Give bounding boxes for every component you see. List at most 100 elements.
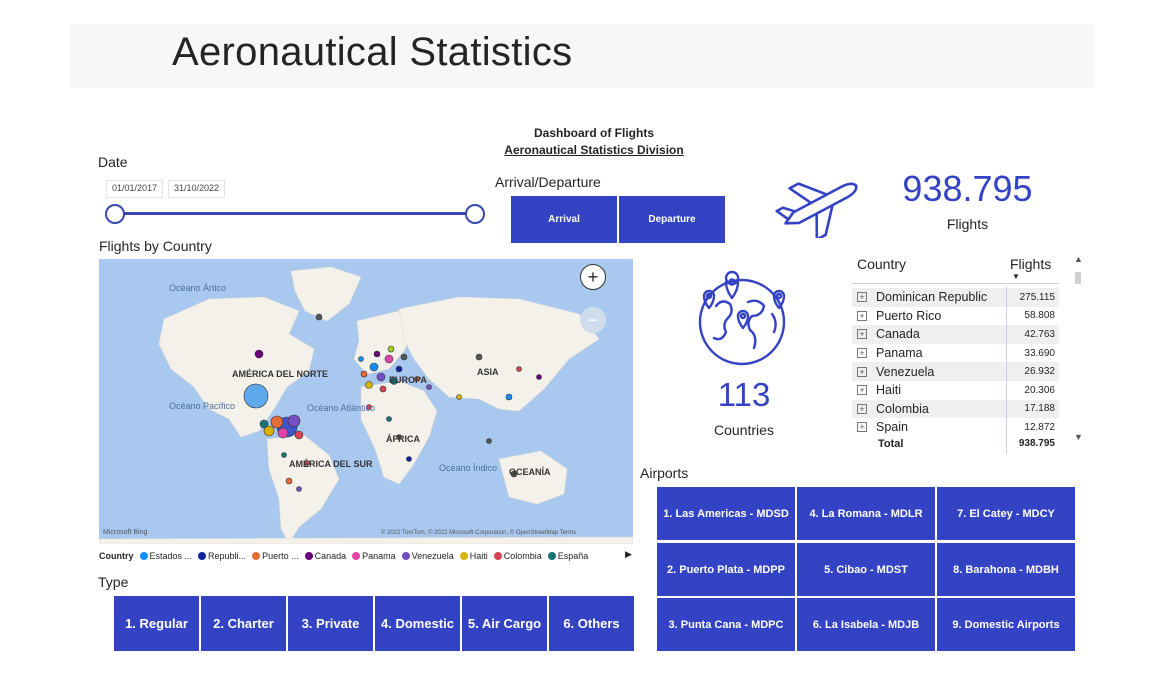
- legend-item[interactable]: Canada: [304, 551, 346, 561]
- legend-next-arrow[interactable]: ▶: [625, 549, 632, 560]
- table-row[interactable]: + Canada 42.763: [852, 325, 1059, 344]
- dashboard-subtitle: Aeronautical Statistics Division: [504, 143, 684, 157]
- airport-barahona-button[interactable]: 8. Barahona - MDBH: [937, 543, 1075, 596]
- airports-label: Airports: [640, 465, 689, 481]
- table-scrollbar[interactable]: ▲ ▼: [1074, 250, 1083, 450]
- row-flights: 17.188: [1024, 403, 1055, 415]
- map-continent-label: ASIA: [477, 367, 499, 377]
- total-label: Total: [878, 438, 904, 450]
- expand-icon[interactable]: +: [857, 292, 867, 303]
- type-air-cargo-button[interactable]: 5. Air Cargo: [462, 596, 547, 651]
- legend-item[interactable]: Republi...: [198, 551, 246, 561]
- date-end-input[interactable]: 31/10/2022: [168, 180, 226, 198]
- date-slider-track[interactable]: [115, 212, 476, 215]
- total-flights-caption: Flights: [946, 216, 989, 232]
- row-flights: 33.690: [1024, 347, 1055, 359]
- airport-punta-cana-button[interactable]: 3. Punta Cana - MDPC: [657, 598, 795, 651]
- map-zoom-out-button[interactable]: −: [580, 307, 606, 333]
- legend-dot: [139, 552, 148, 560]
- legend-dot: [252, 552, 261, 560]
- row-flights: 58.808: [1024, 310, 1055, 322]
- scroll-thumb[interactable]: [1075, 272, 1081, 284]
- map-attribution[interactable]: © 2022 TomTom, © 2022 Microsoft Corporat…: [381, 530, 576, 536]
- map-ocean-label: Océano Atlántico: [307, 403, 376, 413]
- map-ocean-label: Océano Índico: [439, 463, 498, 473]
- type-domestic-button[interactable]: 4. Domestic: [375, 596, 460, 651]
- expand-icon[interactable]: +: [857, 385, 867, 396]
- sort-descending-icon[interactable]: ▼: [1012, 272, 1020, 281]
- table-row[interactable]: + Haiti 20.306: [852, 381, 1059, 400]
- scroll-up-icon[interactable]: ▲: [1074, 254, 1083, 264]
- row-flights: 20.306: [1024, 384, 1055, 396]
- expand-icon[interactable]: +: [857, 366, 867, 377]
- map-title: Flights by Country: [99, 238, 212, 254]
- table-row[interactable]: + Venezuela 26.932: [852, 362, 1059, 381]
- row-country: Colombia: [876, 401, 929, 416]
- country-flights-table: Country Flights ▼ + Dominican Republic 2…: [852, 250, 1084, 460]
- expand-icon[interactable]: +: [857, 403, 867, 414]
- legend-item[interactable]: Puerto ...: [252, 551, 299, 561]
- expand-icon[interactable]: +: [857, 310, 867, 321]
- airport-puerto-plata-button[interactable]: 2. Puerto Plata - MDPP: [657, 543, 795, 596]
- expand-icon[interactable]: +: [857, 348, 867, 359]
- map-ocean-label: Océano Ártico: [169, 283, 227, 293]
- table-row[interactable]: + Panama 33.690: [852, 344, 1059, 363]
- legend-item[interactable]: Panama: [352, 551, 396, 561]
- legend-dot: [493, 552, 502, 560]
- airplane-icon: [775, 172, 865, 241]
- arrival-button[interactable]: Arrival: [511, 196, 617, 243]
- expand-icon[interactable]: +: [857, 422, 867, 433]
- row-country: Haiti: [876, 383, 902, 398]
- arrival-departure-label: Arrival/Departure: [495, 174, 601, 190]
- type-charter-button[interactable]: 2. Charter: [201, 596, 286, 651]
- row-country: Puerto Rico: [876, 308, 942, 323]
- map-continent-label: ÁFRICA: [386, 434, 420, 444]
- type-label: Type: [98, 574, 129, 590]
- type-private-button[interactable]: 3. Private: [288, 596, 373, 651]
- type-regular-button[interactable]: 1. Regular: [114, 596, 199, 651]
- date-slider-end-handle[interactable]: [465, 204, 485, 224]
- type-others-button[interactable]: 6. Others: [549, 596, 634, 651]
- map-ocean-label: Océano Pacífico: [169, 401, 236, 411]
- legend-item[interactable]: Haiti: [459, 551, 488, 561]
- airport-las-americas-button[interactable]: 1. Las Americas - MDSD: [657, 487, 795, 540]
- legend-item[interactable]: Estados ...: [139, 551, 192, 561]
- legend-dot: [547, 552, 556, 560]
- departure-button[interactable]: Departure: [619, 196, 725, 243]
- scroll-down-icon[interactable]: ▼: [1074, 432, 1083, 442]
- countries-count-caption: Countries: [714, 422, 774, 438]
- map-legend: Country Estados ... Republi... Puerto ..…: [99, 549, 639, 563]
- map-zoom-in-button[interactable]: +: [580, 264, 606, 290]
- bing-logo: Microsoft Bing: [103, 529, 148, 536]
- airport-domestic-button[interactable]: 9. Domestic Airports: [937, 598, 1075, 651]
- total-flights-value: 938.795: [902, 168, 1033, 209]
- flights-map[interactable]: Océano Ártico Océano Pacífico Océano Atl…: [99, 259, 633, 544]
- legend-dot: [304, 552, 313, 560]
- table-row[interactable]: + Puerto Rico 58.808: [852, 307, 1059, 326]
- airport-cibao-button[interactable]: 5. Cibao - MDST: [797, 543, 935, 596]
- row-country: Spain: [876, 420, 908, 435]
- airport-la-isabela-button[interactable]: 6. La Isabela - MDJB: [797, 598, 935, 651]
- airport-el-catey-button[interactable]: 7. El Catey - MDCY: [937, 487, 1075, 540]
- table-row[interactable]: + Spain 12.872: [852, 418, 1059, 437]
- row-flights: 26.932: [1024, 366, 1055, 378]
- map-continent-label: OCEANÍA: [509, 467, 551, 477]
- airport-la-romana-button[interactable]: 4. La Romana - MDLR: [797, 487, 935, 540]
- column-header-flights[interactable]: Flights: [1010, 256, 1051, 272]
- date-start-input[interactable]: 01/01/2017: [106, 180, 164, 198]
- table-row[interactable]: + Dominican Republic 275.115: [852, 288, 1059, 307]
- expand-icon[interactable]: +: [857, 329, 867, 340]
- row-country: Dominican Republic: [876, 290, 988, 305]
- legend-item[interactable]: España: [547, 551, 588, 561]
- legend-item[interactable]: Colombia: [493, 551, 542, 561]
- countries-count-value: 113: [717, 376, 771, 413]
- map-continent-label: AMÉRICA DEL NORTE: [232, 369, 329, 379]
- legend-item[interactable]: Venezuela: [401, 551, 454, 561]
- row-country: Panama: [876, 346, 923, 361]
- table-row[interactable]: + Colombia 17.188: [852, 399, 1059, 419]
- legend-dot: [352, 552, 361, 560]
- legend-dot: [198, 552, 207, 560]
- date-slider-start-handle[interactable]: [105, 204, 125, 224]
- total-value: 938.795: [1018, 438, 1055, 449]
- column-header-country[interactable]: Country: [857, 256, 906, 272]
